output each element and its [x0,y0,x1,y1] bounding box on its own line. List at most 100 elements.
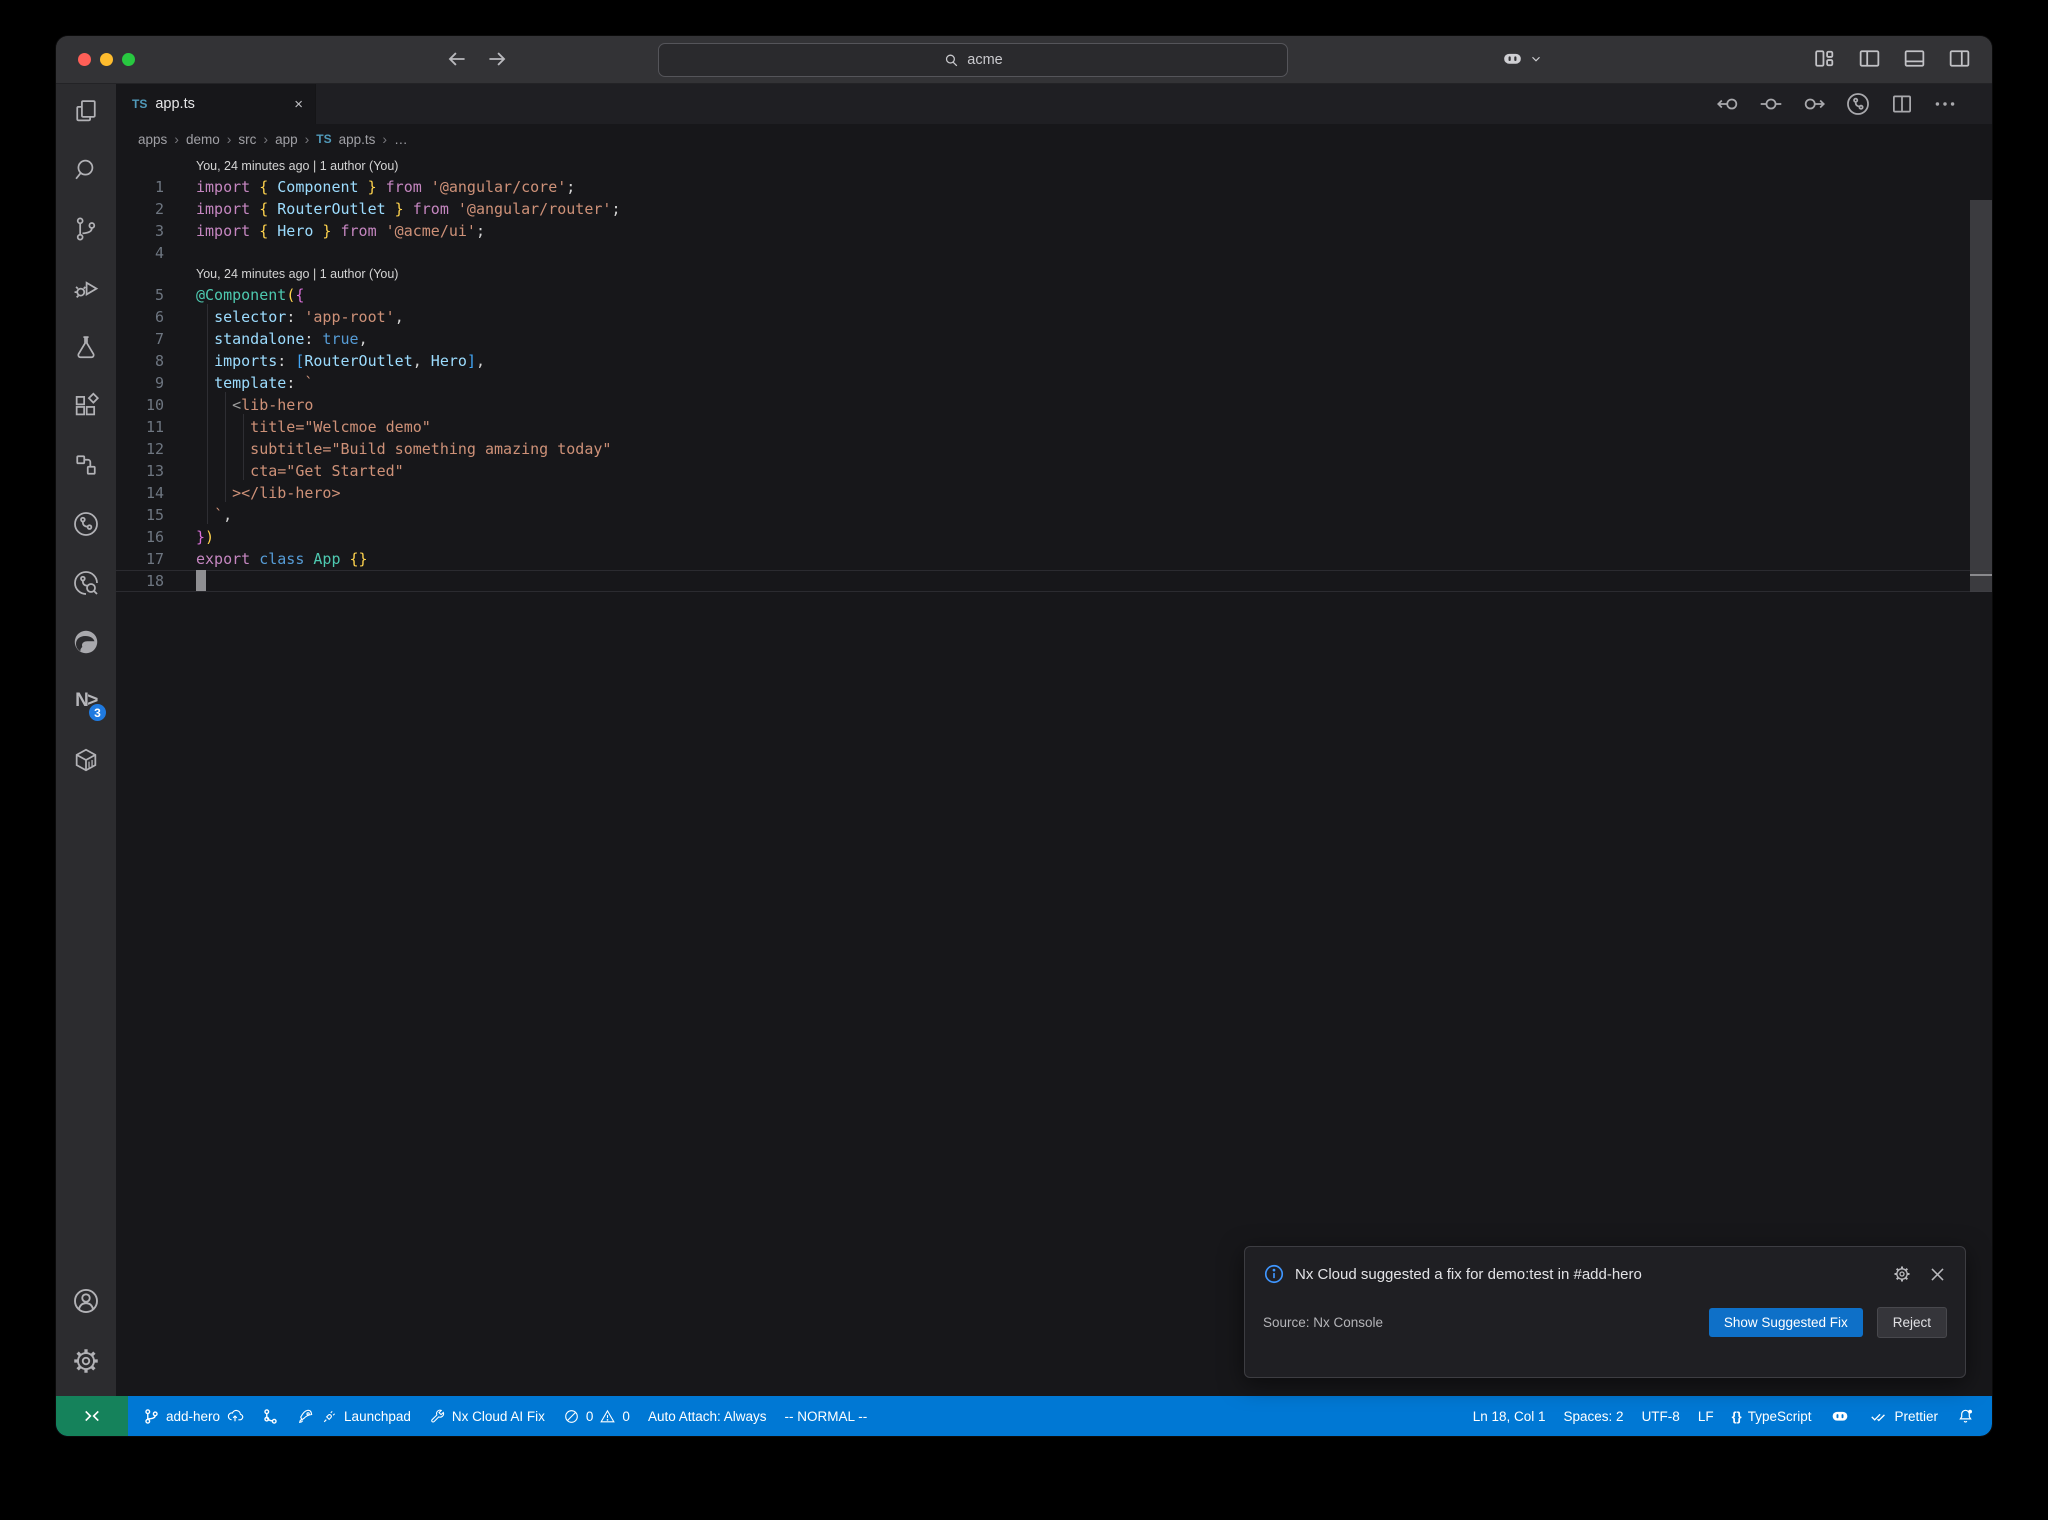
line-number: 13 [145,462,164,480]
code-line: 12 subtitle="Build something amazing tod… [116,438,1992,460]
notification-title: Nx Cloud suggested a fix for demo:test i… [1295,1265,1642,1283]
breadcrumb-item[interactable]: app [275,132,298,147]
line-number: 10 [145,396,164,414]
nx-cloud-ai-fix-status[interactable]: Nx Cloud AI Fix [420,1396,554,1436]
notification-settings-gear-icon[interactable] [1892,1264,1912,1284]
vim-mode-status[interactable]: -- NORMAL -- [776,1396,877,1436]
toggle-panel-bottom-icon[interactable] [1902,46,1927,71]
container-icon[interactable] [71,745,101,775]
remote-indicator[interactable] [56,1396,128,1436]
status-bar: add-hero Launchpad Nx Cloud AI Fix 0 0 A… [56,1396,1992,1436]
gitlens-inspect-icon[interactable] [71,568,101,598]
navigate-forward-revision-icon[interactable] [1801,91,1827,117]
code-line: 7 standalone: true, [116,328,1992,350]
git-branch-status[interactable]: add-hero [134,1396,253,1436]
scrollbar-thumb[interactable] [1970,200,1992,592]
search-icon[interactable] [71,155,101,185]
settings-gear-icon[interactable] [71,1346,101,1376]
breadcrumb-separator: › [304,131,310,147]
breadcrumb-item[interactable]: src [238,132,256,147]
prettier-status[interactable]: Prettier [1860,1396,1947,1436]
edge-browser-icon[interactable] [71,627,101,657]
navigate-back-button[interactable] [444,46,470,72]
notification-close-icon[interactable] [1928,1265,1947,1284]
breadcrumb-separator: › [226,131,232,147]
nx-console-icon[interactable]: N> 3 [71,686,108,723]
copilot-status[interactable] [1820,1396,1860,1436]
editor-scrollbar[interactable] [1970,154,1992,1396]
navigate-forward-button[interactable] [484,46,510,72]
notifications-bell[interactable] [1947,1396,1984,1436]
close-window-button[interactable] [78,53,91,66]
encoding-status[interactable]: UTF-8 [1633,1396,1689,1436]
testing-beaker-icon[interactable] [71,332,101,362]
warning-count: 0 [622,1408,630,1424]
cloud-upload-icon [227,1409,244,1422]
minimize-window-button[interactable] [100,53,113,66]
editor-cursor [196,570,206,591]
problems-status[interactable]: 0 0 [554,1396,639,1436]
breadcrumb-item[interactable]: … [394,132,408,147]
run-debug-icon[interactable] [71,273,101,303]
code-line: 6 selector: 'app-root', [116,306,1992,328]
tab-app-ts[interactable]: TS app.ts × [116,84,316,124]
navigate-back-revision-icon[interactable] [1715,91,1741,117]
code-line: 3 import { Hero } from '@acme/ui'; [116,220,1992,242]
code-line: 2 import { RouterOutlet } from '@angular/… [116,198,1992,220]
reject-button[interactable]: Reject [1876,1307,1947,1338]
code-line: 4 [116,242,1992,264]
bell-dot-icon [1959,1409,1972,1423]
chevron-down-icon[interactable] [1529,52,1543,66]
tab-label: app.ts [155,96,195,112]
line-number: 2 [154,200,164,218]
code-line: 17 export class App {} [116,548,1992,570]
cursor-position-status[interactable]: Ln 18, Col 1 [1464,1396,1555,1436]
close-tab-icon[interactable]: × [294,96,303,113]
gitlens-graph-icon[interactable] [1844,90,1872,118]
notification-source: Source: Nx Console [1263,1315,1384,1330]
more-actions-icon[interactable] [1932,91,1958,117]
auto-attach-status[interactable]: Auto Attach: Always [639,1396,776,1436]
customize-layout-icon[interactable] [1812,46,1837,71]
toggle-sidebar-left-icon[interactable] [1857,46,1882,71]
copilot-icon [1833,1411,1848,1421]
line-number: 1 [154,178,164,196]
source-control-icon[interactable] [71,214,101,244]
eol-status[interactable]: LF [1689,1396,1723,1436]
search-value: acme [967,52,1003,68]
zoom-window-button[interactable] [122,53,135,66]
language-mode-status[interactable]: {} TypeScript [1723,1396,1821,1436]
launchpad-status[interactable]: Launchpad [288,1396,420,1436]
code-editor[interactable]: You, 24 minutes ago | 1 author (You) 1 imp… [116,154,1992,1396]
line-number: 4 [154,244,164,262]
show-suggested-fix-button[interactable]: Show Suggested Fix [1708,1308,1863,1337]
breadcrumbs: apps › demo › src › app › TS app.ts › … [116,124,1992,154]
rocket-icon [299,1409,313,1424]
line-number: 11 [145,418,164,436]
codelens-blame[interactable]: You, 24 minutes ago | 1 author (You) [116,264,1992,284]
breadcrumb-item[interactable]: apps [138,132,167,147]
command-center-search[interactable]: acme [658,43,1288,77]
git-graph-status[interactable] [253,1396,288,1436]
codelens-blame[interactable]: You, 24 minutes ago | 1 author (You) [116,156,1992,176]
info-icon [1263,1263,1285,1285]
current-revision-icon[interactable] [1758,91,1784,117]
code-line: 1 import { Component } from '@angular/cor… [116,176,1992,198]
explorer-files-icon[interactable] [71,96,101,126]
line-number: 3 [154,222,164,240]
breadcrumb-item[interactable]: demo [186,132,220,147]
line-number: 7 [154,330,164,348]
line-number: 15 [145,506,164,524]
org-references-icon[interactable] [71,450,101,480]
split-editor-icon[interactable] [1889,91,1915,117]
copilot-icon[interactable] [1500,46,1525,71]
toggle-sidebar-right-icon[interactable] [1947,46,1972,71]
gitlens-icon[interactable] [71,509,101,539]
extensions-icon[interactable] [71,391,101,421]
wrench-icon [431,1409,444,1423]
accounts-person-icon[interactable] [71,1286,101,1316]
breadcrumb-item[interactable]: app.ts [339,132,376,147]
double-check-icon [1871,1413,1886,1421]
indentation-status[interactable]: Spaces: 2 [1555,1396,1633,1436]
code-line: 18 [116,570,1992,592]
